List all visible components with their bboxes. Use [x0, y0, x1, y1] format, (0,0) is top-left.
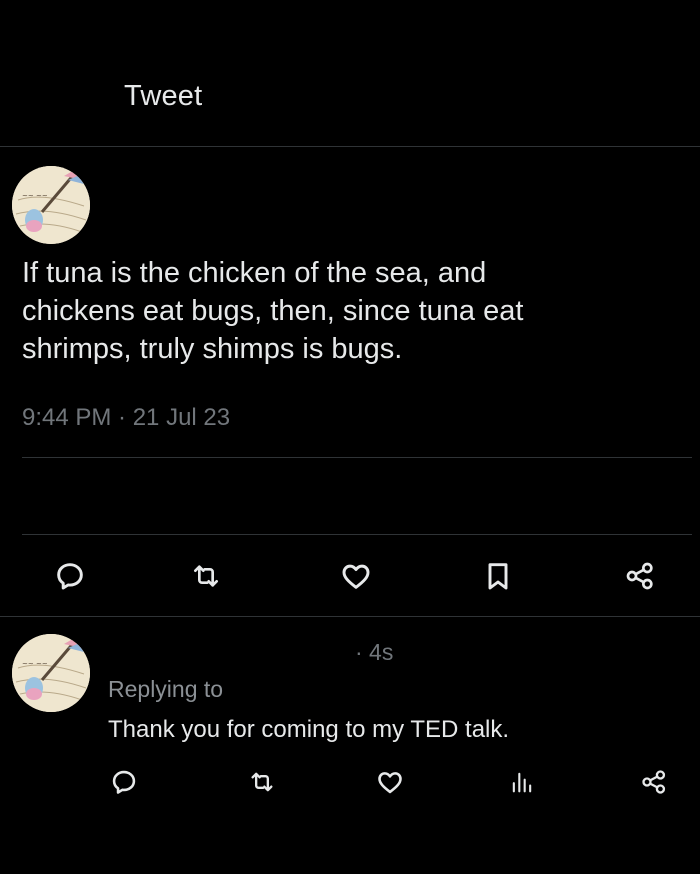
svg-text:~~ ~~: ~~ ~~	[22, 660, 48, 668]
svg-text:~~ ~~: ~~ ~~	[22, 192, 48, 200]
avatar[interactable]: ~~ ~~	[12, 166, 90, 244]
reply-like-button[interactable]	[372, 766, 408, 798]
share-icon	[642, 770, 666, 794]
reply-views-button[interactable]	[504, 766, 540, 798]
bookmark-icon	[488, 563, 508, 590]
retweet-icon	[251, 772, 273, 792]
reply-retweet-button[interactable]	[244, 766, 280, 798]
replying-to-label: Replying to	[108, 676, 224, 702]
bookmark-button[interactable]	[478, 558, 518, 594]
reply-reply-button[interactable]	[106, 766, 142, 798]
like-button[interactable]	[336, 558, 376, 594]
reply-share-button[interactable]	[636, 766, 672, 798]
retweet-button[interactable]	[186, 558, 226, 594]
reply-timestamp[interactable]: · 4s	[355, 639, 393, 666]
retweet-icon	[194, 565, 218, 587]
actions-divider	[0, 616, 700, 617]
share-button[interactable]	[620, 558, 660, 594]
reply-button[interactable]	[50, 558, 90, 594]
like-icon	[378, 772, 402, 794]
meta-divider	[22, 457, 692, 458]
views-icon	[512, 772, 532, 793]
like-icon	[342, 564, 370, 589]
reply-icon	[112, 770, 136, 794]
page-title: Tweet	[124, 80, 203, 112]
reply-icon	[57, 563, 83, 590]
tweet-text-line: If tuna is the chicken of the sea, and	[22, 257, 487, 289]
tweet-text: If tuna is the chicken of the sea, and c…	[22, 254, 662, 368]
share-icon	[626, 562, 653, 590]
header-divider	[0, 146, 700, 147]
stats-divider	[22, 534, 692, 535]
reply-avatar[interactable]: ~~ ~~	[12, 634, 90, 712]
tweet-text-line: shrimps, truly shimps is bugs.	[22, 333, 403, 365]
tweet-timestamp[interactable]: 9:44 PM · 21 Jul 23	[22, 404, 230, 432]
tweet-text-line: chickens eat bugs, then, since tuna eat	[22, 295, 524, 327]
reply-text: Thank you for coming to my TED talk.	[108, 716, 510, 743]
